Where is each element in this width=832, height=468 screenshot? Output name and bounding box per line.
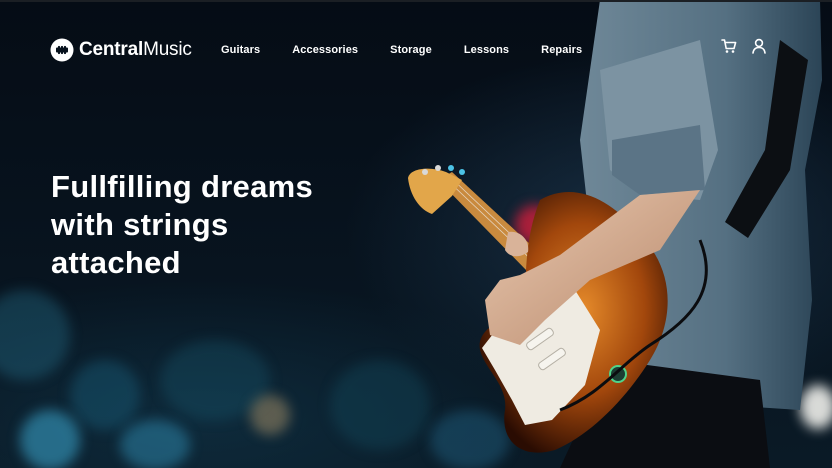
guitar-pick-logo-icon — [50, 38, 74, 62]
account-button[interactable] — [749, 36, 769, 56]
user-icon — [752, 38, 766, 54]
main-nav: Guitars Accessories Storage Lessons Repa… — [205, 41, 598, 59]
brand-name: CentralMusic — [79, 39, 192, 61]
cart-button[interactable] — [719, 36, 739, 56]
brand-name-light: Music — [143, 39, 192, 60]
brand-name-bold: Central — [79, 39, 144, 60]
cart-icon — [721, 39, 737, 53]
headline-line-1: Fullfilling dreams — [51, 169, 314, 204]
headline-line-3: attached — [51, 245, 181, 280]
fretting-hand — [505, 231, 529, 257]
header-actions — [719, 36, 769, 56]
nav-item-lessons[interactable]: Lessons — [464, 44, 509, 56]
nav-item-guitars[interactable]: Guitars — [221, 44, 260, 56]
brand-logo[interactable]: CentralMusic — [50, 37, 192, 63]
nav-item-repairs[interactable]: Repairs — [541, 44, 582, 56]
hero-headline: Fullfilling dreams with strings attached — [51, 168, 371, 282]
window-top-border — [0, 0, 832, 2]
nav-item-accessories[interactable]: Accessories — [292, 44, 358, 56]
headline-line-2: with strings — [51, 207, 229, 242]
nav-item-storage[interactable]: Storage — [390, 44, 432, 56]
